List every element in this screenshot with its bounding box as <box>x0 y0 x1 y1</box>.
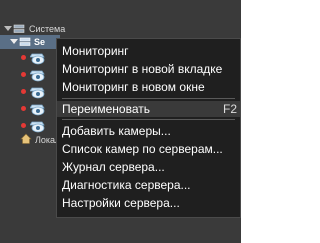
recording-status-icon <box>21 72 26 77</box>
tree-item-camera[interactable] <box>21 118 49 134</box>
menu-item-shortcut: F2 <box>222 102 237 116</box>
recording-status-icon <box>21 123 26 128</box>
tree-server-label: Se <box>34 37 46 47</box>
tree-root-label: Система <box>29 24 66 34</box>
tree-item-camera[interactable] <box>21 50 49 66</box>
menu-item-rename[interactable]: Переименовать F2 <box>57 101 240 117</box>
tree-item-server[interactable]: Se <box>0 35 60 49</box>
camera-icon <box>30 70 45 82</box>
server-icon <box>19 37 31 46</box>
tree-item-camera[interactable] <box>21 101 49 117</box>
menu-item-label: Добавить камеры... <box>62 124 171 138</box>
tree-item-camera[interactable] <box>21 84 49 100</box>
menu-item-label: Настройки сервера... <box>62 196 180 210</box>
menu-item-label: Мониторинг в новом окне <box>62 80 205 94</box>
menu-separator <box>62 98 235 99</box>
recording-status-icon <box>21 89 26 94</box>
system-icon <box>13 24 25 33</box>
menu-item-camera-list[interactable]: Список камер по серверам... <box>57 141 240 157</box>
camera-icon <box>30 87 45 99</box>
menu-separator <box>62 119 235 120</box>
context-menu: Мониторинг Мониторинг в новой вкладке Мо… <box>56 38 241 218</box>
recording-status-icon <box>21 55 26 60</box>
menu-item-label: Журнал сервера... <box>62 160 165 174</box>
menu-item-server-log[interactable]: Журнал сервера... <box>57 159 240 175</box>
recording-status-icon <box>21 106 26 111</box>
menu-item-label: Мониторинг в новой вкладке <box>62 62 223 76</box>
camera-icon <box>30 53 45 65</box>
camera-icon <box>30 104 45 116</box>
menu-item-label: Список камер по серверам... <box>62 142 223 156</box>
home-icon <box>20 133 32 144</box>
expand-arrow-icon[interactable] <box>4 26 12 31</box>
menu-item-monitoring[interactable]: Мониторинг <box>57 43 240 59</box>
expand-arrow-icon[interactable] <box>10 39 18 44</box>
tree-item-camera[interactable] <box>21 67 49 83</box>
menu-item-server-diagnostics[interactable]: Диагностика сервера... <box>57 177 240 193</box>
menu-item-label: Диагностика сервера... <box>62 178 191 192</box>
menu-item-label: Переименовать <box>62 102 150 116</box>
menu-item-monitoring-new-window[interactable]: Мониторинг в новом окне <box>57 79 240 95</box>
camera-icon <box>30 121 45 133</box>
menu-item-monitoring-new-tab[interactable]: Мониторинг в новой вкладке <box>57 61 240 77</box>
menu-item-add-cameras[interactable]: Добавить камеры... <box>57 123 240 139</box>
menu-item-label: Мониторинг <box>62 44 129 58</box>
menu-item-server-settings[interactable]: Настройки сервера... <box>57 195 240 211</box>
